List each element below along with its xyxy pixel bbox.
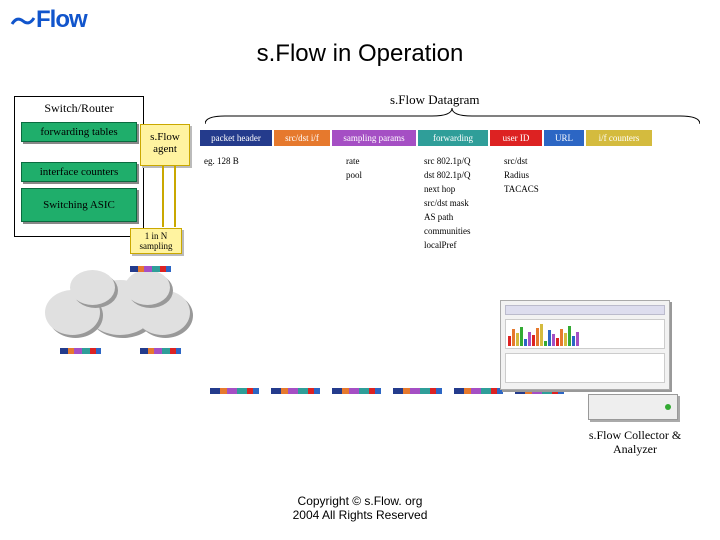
detail-sampling-1: pool (346, 168, 362, 182)
detail-fwd-1: dst 802.1p/Q (424, 168, 471, 182)
detail-user-1: Radius (504, 168, 539, 182)
collector-label: s.Flow Collector & Analyzer (570, 428, 700, 456)
packet-flow-icon (130, 266, 171, 272)
detail-fwd-0: src 802.1p/Q (424, 154, 471, 168)
sflow-agent-box: s.Flow agent (140, 124, 190, 166)
interface-counters-box: interface counters (21, 162, 137, 182)
switch-label: Switch/Router (19, 101, 139, 116)
agent-line2: agent (143, 143, 187, 155)
hdr-url: URL (544, 130, 584, 146)
brace-icon (205, 108, 700, 126)
copyright-line: Copyright © s.Flow. org (0, 494, 720, 508)
copyright-line: 2004 All Rights Reserved (0, 508, 720, 522)
forwarding-tables-box: forwarding tables (21, 122, 137, 142)
detail-user-2: TACACS (504, 182, 539, 196)
connector-lines (145, 165, 195, 265)
agent-line1: s.Flow (143, 131, 187, 143)
detail-forwarding: src 802.1p/Q dst 802.1p/Q next hop src/d… (424, 154, 471, 252)
detail-user-0: src/dst (504, 154, 539, 168)
hdr-sampling-params: sampling params (332, 130, 416, 146)
detail-fwd-6: localPref (424, 238, 471, 252)
detail-user: src/dst Radius TACACS (504, 154, 539, 196)
packet-flow-icon (140, 348, 181, 354)
network-cloud-icon (30, 260, 210, 350)
hdr-packet-header: packet header (200, 130, 272, 146)
detail-fwd-5: communities (424, 224, 471, 238)
analyzer-window-icon (500, 300, 670, 390)
switch-router-box: Switch/Router forwarding tables interfac… (14, 96, 144, 237)
detail-sampling: rate pool (346, 154, 362, 182)
detail-fwd-2: next hop (424, 182, 471, 196)
datagram-label: s.Flow Datagram (390, 92, 480, 108)
sflow-logo: Flow (10, 6, 87, 34)
server-icon (588, 394, 678, 420)
hdr-if-counters: i/f counters (586, 130, 652, 146)
hdr-forwarding: forwarding (418, 130, 488, 146)
wave-icon (10, 9, 36, 33)
detail-packet: eg. 128 B (204, 154, 239, 168)
switching-asic-box: Switching ASIC (21, 188, 137, 222)
packet-flow-icon (60, 348, 101, 354)
page-title: s.Flow in Operation (0, 40, 720, 68)
detail-fwd-3: src/dst mask (424, 196, 471, 210)
detail-fwd-4: AS path (424, 210, 471, 224)
hdr-user-id: user ID (490, 130, 542, 146)
hdr-srcdst-if: src/dst i/f (274, 130, 330, 146)
detail-packet-0: eg. 128 B (204, 154, 239, 168)
copyright: Copyright © s.Flow. org 2004 All Rights … (0, 494, 720, 522)
datagram-header-row: packet header src/dst i/f sampling param… (200, 130, 652, 146)
detail-sampling-0: rate (346, 154, 362, 168)
